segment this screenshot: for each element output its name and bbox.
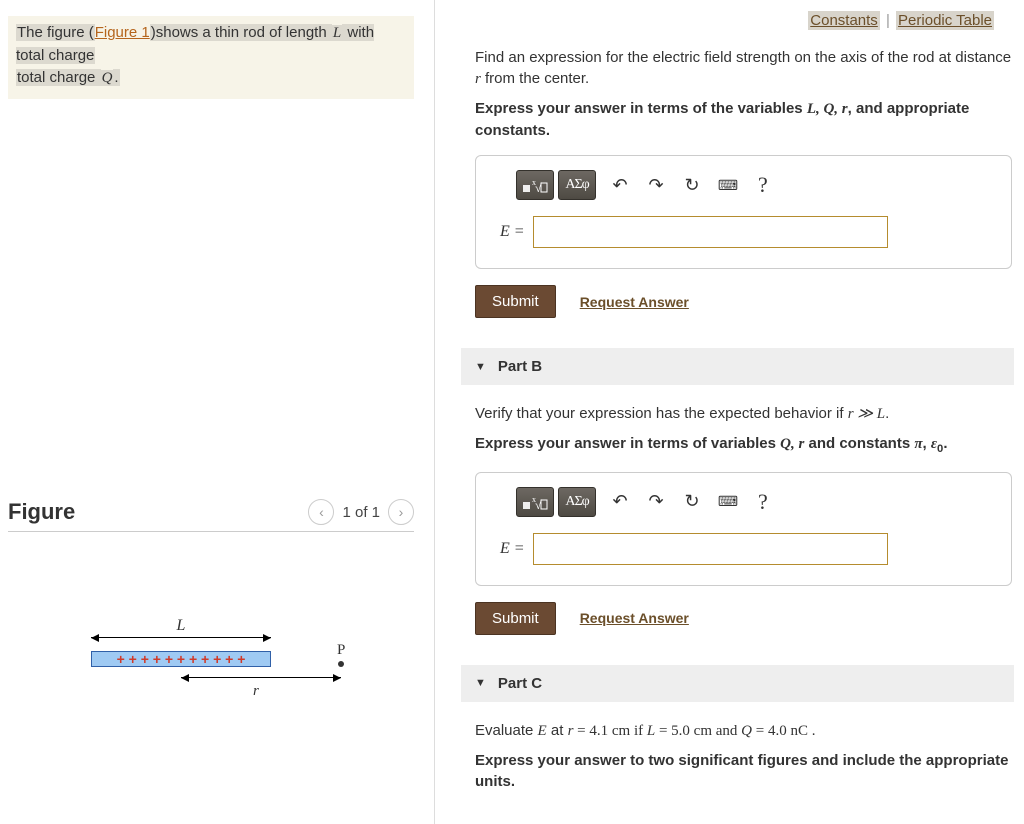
keyboard-icon[interactable]: ⌨: [716, 493, 740, 510]
figure-link[interactable]: Figure 1: [95, 24, 150, 41]
part-c-instructions: Express your answer to two significant f…: [475, 750, 1012, 792]
reset-icon[interactable]: ↻: [680, 491, 704, 512]
part-a: Find an expression for the electric fiel…: [475, 47, 1012, 318]
part-c-prompt: Evaluate E at r = 4.1 cm if L = 5.0 cm a…: [475, 720, 1012, 742]
figure-dim-L-arrow: [91, 637, 271, 638]
figure-point-P: P: [337, 642, 345, 667]
reset-icon[interactable]: ↻: [680, 175, 704, 196]
top-links: Constants | Periodic Table: [475, 8, 1012, 47]
part-b-request-answer-link[interactable]: Request Answer: [580, 610, 689, 626]
intro-text-2: )shows a thin rod of length: [150, 24, 332, 41]
part-b-header[interactable]: ▼ Part B: [461, 348, 1014, 385]
part-b-toolbar: x√ ΑΣφ ↶ ↷ ↻ ⌨ ?: [492, 487, 995, 517]
redo-icon[interactable]: ↷: [644, 491, 668, 512]
figure-dim-r-arrow: [181, 677, 341, 678]
part-a-answer-box: x√ ΑΣφ ↶ ↷ ↻ ⌨ ? E =: [475, 155, 1012, 269]
part-a-request-answer-link[interactable]: Request Answer: [580, 294, 689, 310]
intro-text-1: The figure (: [16, 24, 95, 41]
part-a-instructions: Express your answer in terms of the vari…: [475, 98, 1012, 141]
undo-icon[interactable]: ↶: [608, 175, 632, 196]
help-icon[interactable]: ?: [752, 172, 768, 198]
part-c-header[interactable]: ▼ Part C: [461, 665, 1014, 702]
greek-button[interactable]: ΑΣφ: [558, 487, 596, 517]
intro-var-Q: Q: [101, 70, 114, 86]
problem-intro: The figure (Figure 1)shows a thin rod of…: [8, 16, 414, 99]
part-b-submit-button[interactable]: Submit: [475, 602, 556, 635]
figure-prev-button[interactable]: ‹: [308, 499, 334, 525]
figure-label-r: r: [253, 683, 259, 700]
part-b-prompt: Verify that your expression has the expe…: [475, 403, 1012, 425]
figure-P-label: P: [337, 642, 345, 658]
collapse-icon: ▼: [475, 361, 486, 373]
part-a-toolbar: x√ ΑΣφ ↶ ↷ ↻ ⌨ ?: [492, 170, 995, 200]
undo-icon[interactable]: ↶: [608, 491, 632, 512]
part-b-instructions: Express your answer in terms of variable…: [475, 433, 1012, 458]
help-icon[interactable]: ?: [752, 489, 768, 515]
part-b: ▼ Part B Verify that your expression has…: [475, 348, 1012, 635]
collapse-icon: ▼: [475, 677, 486, 689]
greek-button[interactable]: ΑΣφ: [558, 170, 596, 200]
part-c: ▼ Part C Evaluate E at r = 4.1 cm if L =…: [475, 665, 1012, 792]
intro-text-5: .: [113, 69, 119, 86]
figure-diagram: L + + + + + + + + + + + P r: [21, 617, 401, 737]
part-b-input[interactable]: [533, 533, 888, 565]
part-a-input[interactable]: [533, 216, 888, 248]
part-b-lhs: E =: [500, 540, 525, 558]
figure-counter: 1 of 1: [342, 504, 380, 521]
intro-var-L: L: [332, 25, 342, 41]
part-a-submit-button[interactable]: Submit: [475, 285, 556, 318]
figure-next-button[interactable]: ›: [388, 499, 414, 525]
part-a-prompt: Find an expression for the electric fiel…: [475, 47, 1012, 90]
figure-header: Figure ‹ 1 of 1 ›: [8, 499, 414, 532]
part-a-lhs: E =: [500, 223, 525, 241]
figure-label-L: L: [177, 617, 186, 634]
templates-button[interactable]: x√: [516, 170, 554, 200]
figure-charges: + + + + + + + + + + +: [117, 651, 246, 667]
figure-rod: + + + + + + + + + + +: [91, 651, 271, 667]
part-c-title: Part C: [498, 675, 542, 692]
keyboard-icon[interactable]: ⌨: [716, 177, 740, 194]
templates-button[interactable]: x√: [516, 487, 554, 517]
constants-link[interactable]: Constants: [808, 11, 880, 30]
intro-text-4: total charge: [16, 69, 101, 86]
redo-icon[interactable]: ↷: [644, 175, 668, 196]
part-b-title: Part B: [498, 358, 542, 375]
periodic-table-link[interactable]: Periodic Table: [896, 11, 994, 30]
figure-title: Figure: [8, 499, 75, 525]
part-b-answer-box: x√ ΑΣφ ↶ ↷ ↻ ⌨ ? E =: [475, 472, 1012, 586]
